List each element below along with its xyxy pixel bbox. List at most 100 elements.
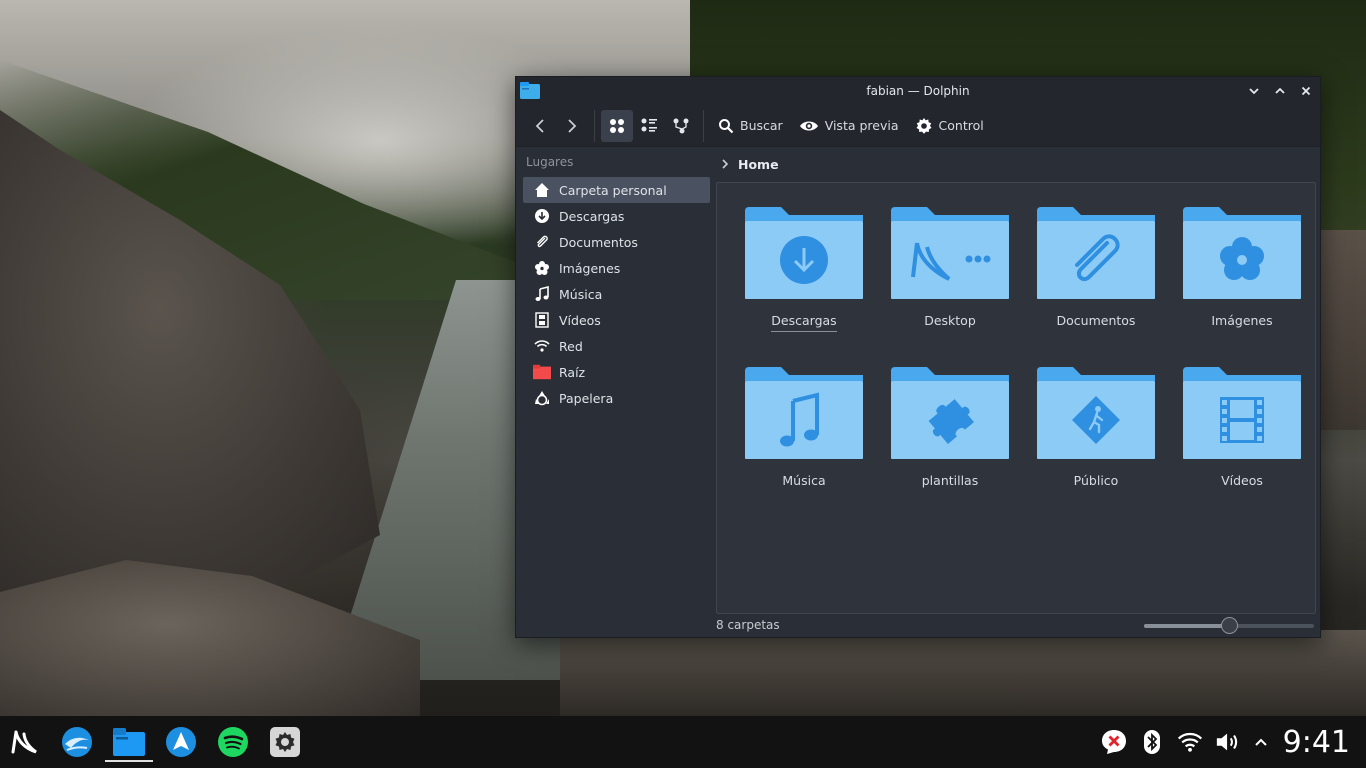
dolphin-taskbar-button[interactable] — [113, 726, 145, 758]
spotify-icon — [218, 727, 248, 757]
place-home[interactable]: Carpeta personal — [523, 177, 710, 203]
folder-label: Público — [1073, 473, 1119, 488]
folder-label: Desktop — [924, 313, 976, 328]
dolphin-icon — [113, 728, 145, 756]
places-heading: Lugares — [526, 155, 574, 169]
place-label: Vídeos — [559, 312, 601, 328]
titlebar[interactable]: fabian — Dolphin — [516, 77, 1320, 105]
statusbar: 8 carpetas — [716, 613, 1320, 637]
taskbar: 9:41 — [0, 716, 1366, 768]
window-title: fabian — Dolphin — [866, 84, 970, 98]
place-label: Música — [559, 286, 603, 302]
zoom-handle[interactable] — [1221, 617, 1238, 634]
close-button[interactable] — [1298, 83, 1314, 99]
place-trash[interactable]: Papelera — [523, 385, 710, 411]
notifications-button[interactable] — [1101, 729, 1127, 755]
settings-icon — [270, 727, 300, 757]
back-button[interactable] — [524, 110, 556, 142]
toolbar: Buscar Vista previa Control — [516, 105, 1320, 147]
folder-label: Música — [782, 473, 826, 488]
chevron-right-icon — [568, 118, 577, 133]
paperclip-icon — [537, 235, 548, 248]
toolbar-separator — [703, 109, 704, 142]
browser-button[interactable] — [61, 726, 93, 758]
place-label: Descargas — [559, 208, 625, 224]
chevron-down-icon — [1249, 88, 1259, 95]
dolphin-window: fabian — Dolphin Buscar Vista previa Con… — [515, 76, 1321, 638]
chevron-up-icon — [1254, 738, 1267, 746]
discover-button[interactable] — [165, 726, 197, 758]
folder-item[interactable]: Vídeos — [1169, 367, 1315, 499]
red-folder-icon — [533, 364, 551, 380]
close-icon — [1301, 86, 1311, 96]
folder-label: Descargas — [771, 313, 837, 332]
kde-launcher-button[interactable] — [8, 726, 40, 758]
folder-item[interactable]: Público — [1023, 367, 1169, 499]
dolphin-app-icon — [520, 82, 540, 99]
place-label: Red — [559, 338, 583, 354]
folder-item[interactable]: plantillas — [877, 367, 1023, 499]
icons-view-icon — [610, 118, 624, 133]
folder-label: plantillas — [921, 473, 979, 488]
place-documents[interactable]: Documentos — [523, 229, 710, 255]
kde-launcher-icon — [11, 730, 37, 754]
kde-desktop-icon — [891, 207, 1009, 299]
place-label: Imágenes — [559, 260, 621, 276]
folder-label: Imágenes — [1211, 313, 1273, 328]
browser-icon — [62, 727, 92, 757]
wallpaper-forest-left — [0, 60, 520, 300]
icons-view-button[interactable] — [601, 109, 633, 142]
place-label: Papelera — [559, 390, 614, 406]
breadcrumb-home[interactable]: Home — [738, 157, 779, 172]
settings-button[interactable] — [269, 726, 301, 758]
place-pictures[interactable]: Imágenes — [523, 255, 710, 281]
place-videos[interactable]: Vídeos — [523, 307, 710, 333]
search-label: Buscar — [740, 118, 783, 133]
place-root[interactable]: Raíz — [523, 359, 710, 385]
spotify-button[interactable] — [217, 726, 249, 758]
place-label: Carpeta personal — [559, 182, 667, 198]
film-icon — [535, 312, 549, 328]
folder-item[interactable]: Documentos — [1023, 207, 1169, 339]
bluetooth-icon — [1143, 730, 1160, 754]
toolbar-separator — [594, 109, 595, 142]
tree-view-icon — [673, 118, 689, 133]
zoom-slider[interactable] — [1144, 617, 1314, 634]
control-button[interactable]: Control — [907, 110, 992, 142]
maximize-button[interactable] — [1272, 83, 1288, 99]
tree-view-button[interactable] — [665, 110, 697, 142]
wifi-icon — [1177, 732, 1202, 752]
clock[interactable]: 9:41 — [1283, 725, 1350, 760]
volume-button[interactable] — [1215, 729, 1241, 755]
forward-button[interactable] — [556, 110, 588, 142]
place-downloads[interactable]: Descargas — [523, 203, 710, 229]
search-button[interactable]: Buscar — [710, 110, 791, 142]
folder-label: Vídeos — [1221, 473, 1263, 488]
file-view[interactable]: Descargas Desktop Documentos Imágenes Mú… — [716, 182, 1316, 614]
active-task-indicator — [105, 760, 153, 762]
minimize-button[interactable] — [1246, 83, 1262, 99]
place-network[interactable]: Red — [523, 333, 710, 359]
download-icon — [535, 209, 549, 223]
discover-icon — [166, 727, 196, 757]
folder-item[interactable]: Desktop — [877, 207, 1023, 339]
folder-item[interactable]: Imágenes — [1169, 207, 1315, 339]
search-icon — [719, 118, 734, 133]
paperclip-icon — [1037, 207, 1155, 299]
eye-icon — [799, 121, 818, 130]
download-icon — [745, 207, 863, 299]
compact-view-button[interactable] — [633, 110, 665, 142]
home-icon — [535, 183, 549, 197]
bluetooth-button[interactable] — [1139, 729, 1165, 755]
wifi-button[interactable] — [1177, 729, 1203, 755]
flower-icon — [535, 261, 549, 275]
preview-button[interactable]: Vista previa — [791, 110, 907, 142]
tray-expand-button[interactable] — [1253, 729, 1269, 755]
flower-icon — [1183, 207, 1301, 299]
status-text: 8 carpetas — [716, 618, 780, 632]
place-music[interactable]: Música — [523, 281, 710, 307]
breadcrumb: Home — [716, 147, 1320, 181]
folder-item[interactable]: Descargas — [731, 207, 877, 339]
folder-item[interactable]: Música — [731, 367, 877, 499]
wallpaper-rock — [0, 110, 380, 610]
